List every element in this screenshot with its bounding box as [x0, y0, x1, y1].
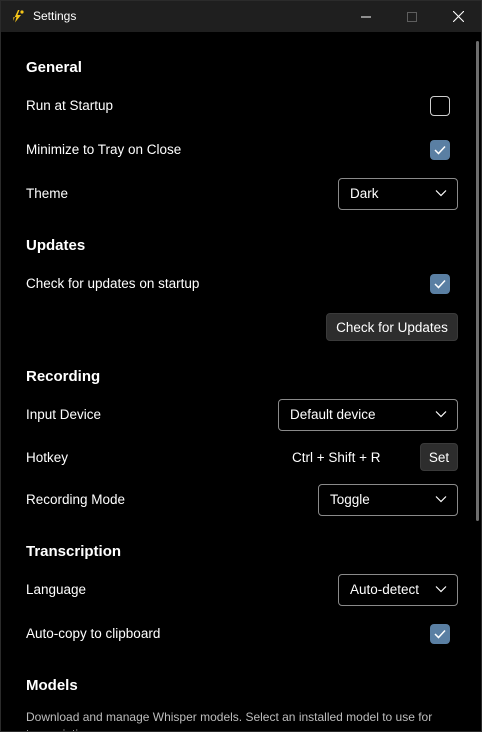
chevron-down-icon	[435, 586, 447, 593]
auto-copy-label: Auto-copy to clipboard	[26, 626, 161, 641]
checkmark-icon	[434, 629, 446, 639]
app-bolt-icon	[13, 10, 24, 23]
close-icon	[452, 11, 464, 22]
close-button[interactable]	[435, 1, 481, 32]
checkmark-icon	[434, 145, 446, 155]
input-device-select-value: Default device	[290, 407, 376, 422]
theme-select-value: Dark	[350, 186, 379, 201]
check-updates-startup-label: Check for updates on startup	[26, 276, 200, 291]
window-title: Settings	[33, 9, 77, 23]
minimize-button[interactable]	[343, 1, 389, 32]
section-title-recording: Recording	[26, 368, 101, 385]
language-select[interactable]: Auto-detect	[338, 574, 458, 606]
settings-content: General Run at Startup Minimize to Tray …	[1, 32, 471, 731]
title-bar[interactable]: Settings	[1, 1, 481, 32]
section-title-transcription: Transcription	[26, 543, 122, 560]
set-hotkey-button[interactable]: Set	[420, 443, 458, 471]
chevron-down-icon	[435, 411, 447, 418]
chevron-down-icon	[435, 496, 447, 503]
minimize-to-tray-checkbox[interactable]	[430, 140, 450, 160]
hotkey-value: Ctrl + Shift + R	[292, 450, 381, 465]
checkmark-icon	[434, 279, 446, 289]
auto-copy-checkbox[interactable]	[430, 624, 450, 644]
hotkey-label: Hotkey	[26, 450, 69, 465]
input-device-label: Input Device	[26, 407, 102, 422]
run-at-startup-checkbox[interactable]	[430, 96, 450, 116]
settings-window: Settings General Run at Startup Minimize…	[0, 0, 482, 732]
language-label: Language	[26, 582, 87, 597]
section-title-models: Models	[26, 677, 78, 694]
maximize-icon	[407, 11, 417, 22]
check-for-updates-button[interactable]: Check for Updates	[326, 313, 458, 341]
maximize-button[interactable]	[389, 1, 435, 32]
recording-mode-select-value: Toggle	[330, 492, 370, 507]
section-title-updates: Updates	[26, 237, 86, 254]
language-select-value: Auto-detect	[350, 582, 420, 597]
section-title-general: General	[26, 59, 82, 76]
theme-select[interactable]: Dark	[338, 178, 458, 210]
run-at-startup-label: Run at Startup	[26, 98, 114, 113]
scrollbar[interactable]	[476, 41, 479, 521]
chevron-down-icon	[435, 190, 447, 197]
minimize-icon	[361, 16, 371, 17]
recording-mode-select[interactable]: Toggle	[318, 484, 458, 516]
theme-label: Theme	[26, 186, 69, 201]
input-device-select[interactable]: Default device	[278, 399, 458, 431]
models-description: Download and manage Whisper models. Sele…	[26, 710, 433, 731]
recording-mode-label: Recording Mode	[26, 492, 126, 507]
check-updates-startup-checkbox[interactable]	[430, 274, 450, 294]
minimize-to-tray-label: Minimize to Tray on Close	[26, 142, 182, 157]
